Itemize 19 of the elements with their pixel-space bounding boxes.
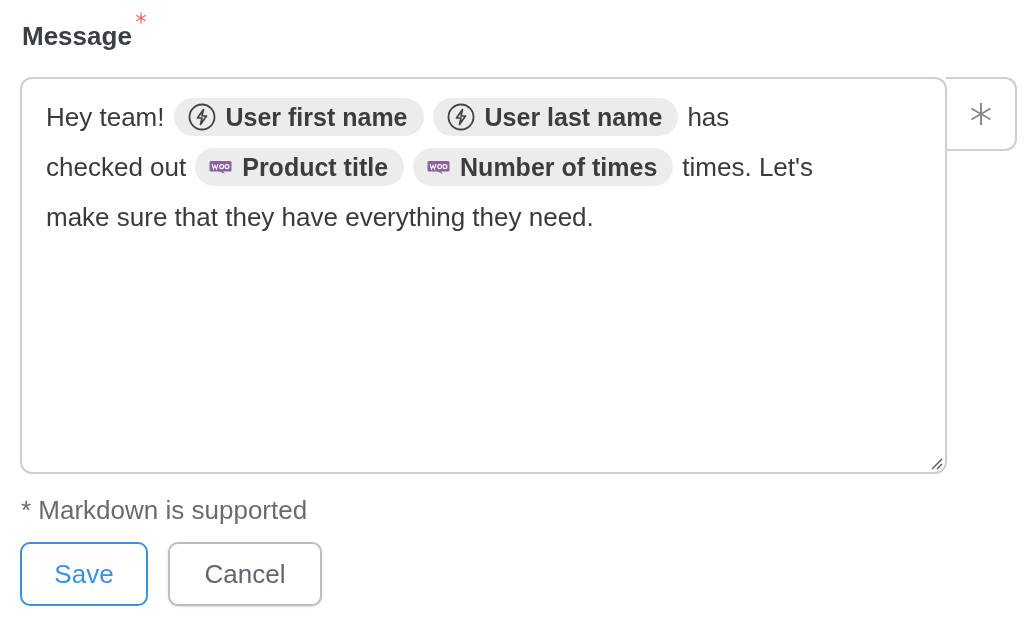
message-text: make sure that they have everything they need.: [46, 201, 594, 234]
woo-logo-icon: [427, 159, 451, 175]
woo-logo-icon: [209, 159, 233, 175]
help-text: * Markdown is supported: [21, 494, 309, 527]
asterisk-icon: [968, 102, 993, 126]
variable-tag[interactable]: User first name: [173, 98, 424, 136]
variable-tag[interactable]: Number of times: [413, 148, 674, 186]
field-label: Message: [22, 20, 132, 53]
variable-tag[interactable]: Product title: [195, 148, 405, 186]
lightning-icon: [187, 103, 216, 131]
cancel-button[interactable]: Cancel: [168, 542, 322, 606]
message-text: checked out: [46, 151, 187, 184]
message-field[interactable]: Hey team! User first name User last name has checked out Product title Number of times times. Let's make sure that they have everything they need.: [20, 77, 947, 474]
resize-handle-icon[interactable]: [929, 456, 943, 470]
variable-tag[interactable]: User last name: [432, 98, 679, 136]
message-text: has: [687, 101, 730, 134]
lightning-icon: [446, 103, 475, 131]
message-text: times. Let's: [682, 151, 813, 184]
message-text: Hey team!: [46, 101, 165, 134]
